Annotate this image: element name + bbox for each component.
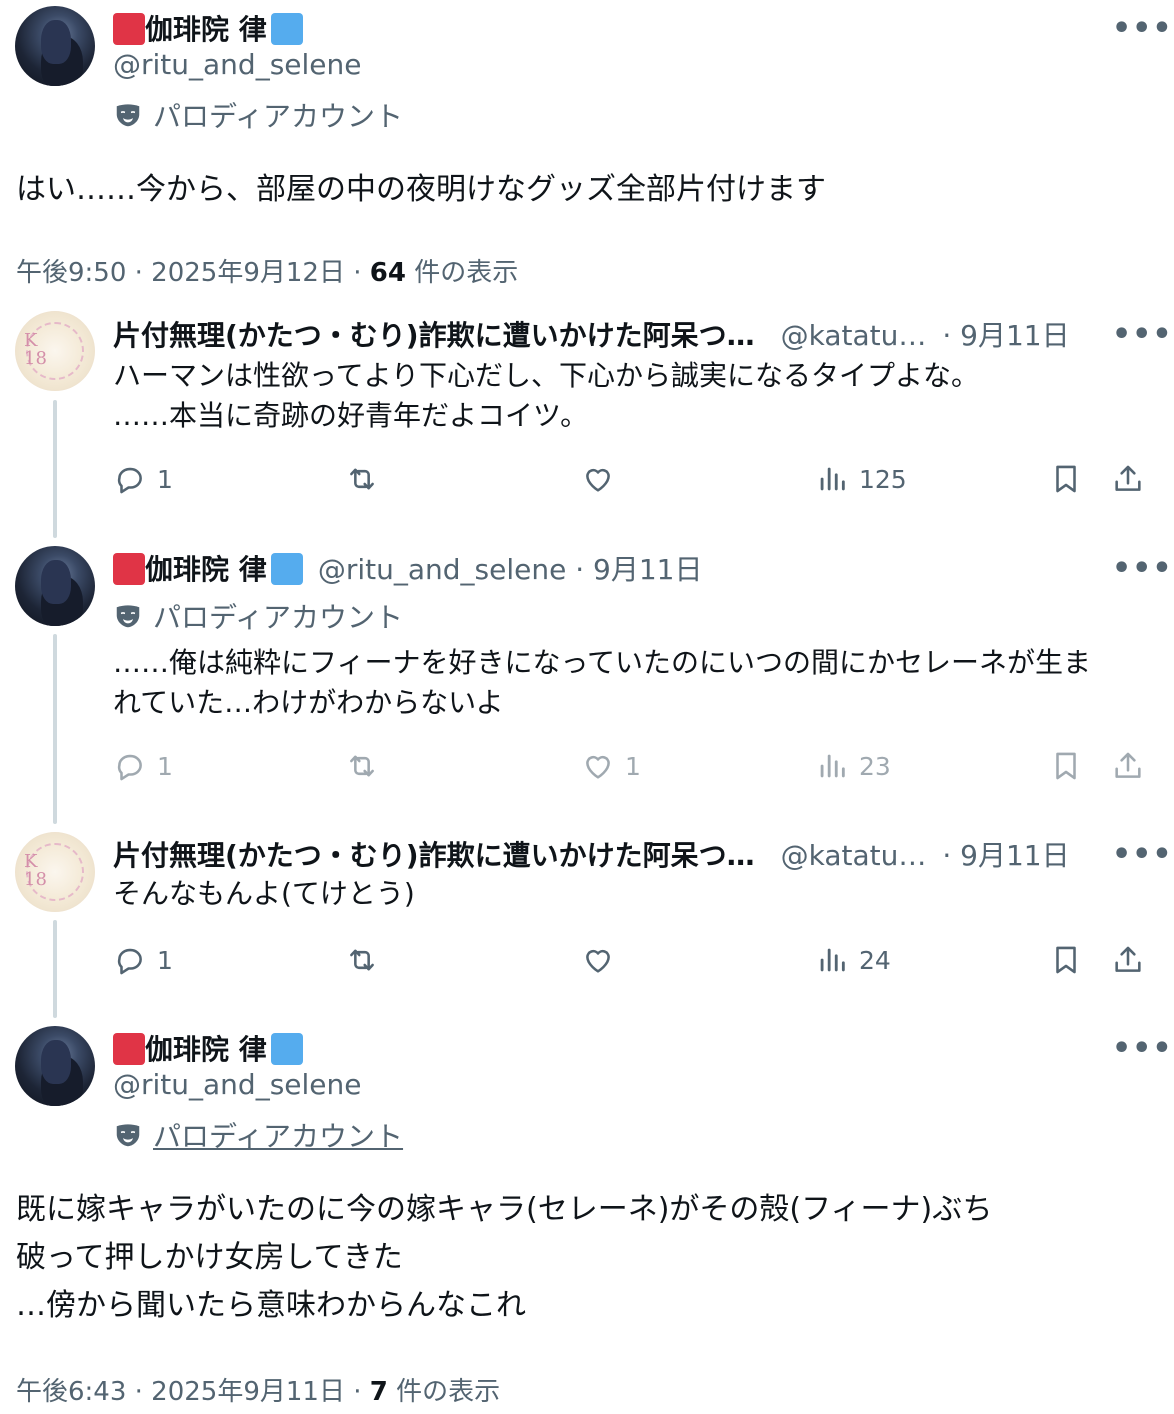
parody-mask-icon (113, 1120, 143, 1150)
action-bar: 1 125 (113, 462, 1153, 502)
author-handle[interactable]: @ritu_and_selene · 9月11日 (318, 553, 703, 586)
reply-text: ハーマンは性欲ってより下心だし、下心から誠実になるタイプよな。 ……本当に奇跡の… (113, 359, 980, 432)
views-icon (815, 749, 849, 783)
like-button[interactable]: 1 (581, 749, 641, 783)
more-icon[interactable]: ••• (1112, 1034, 1173, 1064)
author-name[interactable]: 伽琲院 律 (113, 1028, 303, 1068)
thread-line (53, 634, 57, 824)
avatar[interactable] (15, 6, 95, 86)
tweet-timestamp[interactable]: 午後9:50 · 2025年9月12日 · 64 件の表示 (16, 252, 518, 289)
blue-square-emoji (270, 13, 303, 45)
views-button[interactable]: 24 (815, 943, 891, 977)
bookmark-button[interactable] (1049, 462, 1083, 496)
retweet-icon (345, 749, 379, 783)
bookmark-button[interactable] (1049, 749, 1083, 783)
red-square-emoji (113, 13, 145, 45)
retweet-button[interactable] (345, 749, 379, 783)
avatar[interactable]: K 18 (15, 311, 95, 391)
parody-label[interactable]: パロディアカウント (113, 95, 403, 135)
views-count: 7 (369, 1377, 388, 1407)
reply-button[interactable]: 1 (113, 462, 173, 496)
retweet-button[interactable] (345, 462, 379, 496)
reply-date[interactable]: · 9月11日 (942, 834, 1069, 874)
red-square-emoji (113, 553, 145, 585)
action-bar: 1 1 23 (113, 749, 1153, 789)
author-handle[interactable]: @ritu_and_selene (113, 1068, 362, 1101)
more-icon[interactable]: ••• (1112, 554, 1173, 584)
author-name[interactable]: 伽琲院 律 (145, 553, 267, 586)
author-name[interactable]: 伽琲院 律 (113, 8, 303, 48)
reply-header: 片付無理(かたつ・むり)詐欺に遭いかけた阿呆つ… @katatu… · 9月11… (113, 314, 1113, 354)
retweet-icon (345, 943, 379, 977)
views-count: 64 (369, 258, 406, 288)
avatar[interactable] (15, 546, 95, 626)
parody-mask-icon (113, 601, 143, 631)
reply-icon (113, 943, 147, 977)
tweet-timestamp[interactable]: 午後6:43 · 2025年9月11日 · 7 件の表示 (16, 1371, 500, 1408)
reply-header: 片付無理(かたつ・むり)詐欺に遭いかけた阿呆つ… @katatu… · 9月11… (113, 834, 1113, 874)
like-icon (581, 943, 615, 977)
views-button[interactable]: 23 (815, 749, 891, 783)
parody-mask-icon (113, 100, 143, 130)
author-handle[interactable]: @katatu… (781, 839, 927, 872)
author-name[interactable]: 片付無理(かたつ・むり)詐欺に遭いかけた阿呆つ… (113, 834, 755, 874)
avatar[interactable] (15, 1026, 95, 1106)
views-icon (815, 462, 849, 496)
bookmark-icon (1049, 749, 1083, 783)
share-icon (1111, 749, 1145, 783)
more-icon[interactable]: ••• (1112, 840, 1173, 870)
reply-text: そんなもんよ(てけとう) (113, 877, 415, 910)
more-icon[interactable]: ••• (1112, 320, 1173, 350)
parody-label[interactable]: パロディアカウント (113, 596, 403, 636)
share-button[interactable] (1111, 749, 1145, 783)
share-icon (1111, 462, 1145, 496)
tweet-text: はい……今から、部屋の中の夜明けなグッズ全部片付けます (16, 172, 826, 207)
share-icon (1111, 943, 1145, 977)
share-button[interactable] (1111, 943, 1145, 977)
blue-square-emoji (270, 553, 303, 585)
reply-button[interactable]: 1 (113, 749, 173, 783)
red-square-emoji (113, 1033, 145, 1065)
reply-icon (113, 749, 147, 783)
author-handle[interactable]: @ritu_and_selene (113, 48, 362, 81)
bookmark-icon (1049, 462, 1083, 496)
reply-icon (113, 462, 147, 496)
like-button[interactable] (581, 462, 615, 496)
like-icon (581, 749, 615, 783)
retweet-button[interactable] (345, 943, 379, 977)
reply-date[interactable]: · 9月11日 (942, 314, 1069, 354)
thread-line (53, 400, 57, 538)
parody-label[interactable]: パロディアカウント (113, 1115, 403, 1155)
reply-text: ……俺は純粋にフィーナを好きになっていたのにいつの間にかセレーネが生ま れていた… (113, 646, 1092, 719)
author-name[interactable]: 片付無理(かたつ・むり)詐欺に遭いかけた阿呆つ… (113, 314, 755, 354)
avatar[interactable]: K 18 (15, 832, 95, 912)
reply-header: 伽琲院 律 @ritu_and_selene · 9月11日 (113, 548, 702, 588)
tweet-text: 既に嫁キャラがいたのに今の嫁キャラ(セレーネ)がその殻(フィーナ)ぶち 破って押… (16, 1192, 993, 1323)
views-button[interactable]: 125 (815, 462, 907, 496)
author-handle[interactable]: @katatu… (781, 319, 927, 352)
retweet-icon (345, 462, 379, 496)
action-bar: 1 24 (113, 943, 1153, 983)
share-button[interactable] (1111, 462, 1145, 496)
like-button[interactable] (581, 943, 615, 977)
bookmark-icon (1049, 943, 1083, 977)
like-icon (581, 462, 615, 496)
views-icon (815, 943, 849, 977)
thread-line (53, 920, 57, 1018)
bookmark-button[interactable] (1049, 943, 1083, 977)
more-icon[interactable]: ••• (1112, 14, 1173, 44)
reply-button[interactable]: 1 (113, 943, 173, 977)
blue-square-emoji (270, 1033, 303, 1065)
